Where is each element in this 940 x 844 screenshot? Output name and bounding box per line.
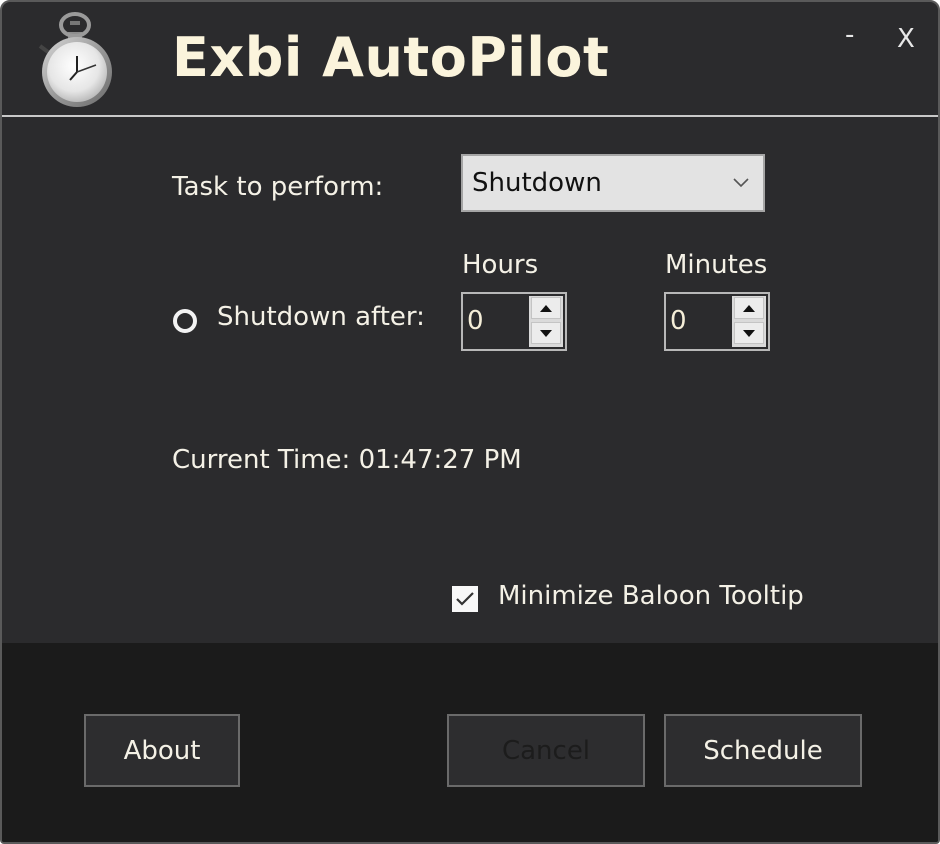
hours-value[interactable]: 0: [467, 306, 484, 336]
arrow-up-icon: [743, 304, 755, 312]
minimize-tooltip-checkbox[interactable]: [452, 586, 478, 612]
minutes-value[interactable]: 0: [670, 306, 687, 336]
minutes-spin-buttons: [732, 296, 766, 347]
shutdown-after-label[interactable]: Shutdown after:: [217, 302, 425, 332]
hours-spin-buttons: [529, 296, 563, 347]
checkmark-icon: [456, 592, 474, 606]
hours-decrement-button[interactable]: [531, 322, 561, 344]
stopwatch-icon: [38, 12, 112, 107]
arrow-down-icon: [540, 329, 552, 337]
cancel-button[interactable]: Cancel: [447, 714, 645, 787]
arrow-down-icon: [743, 329, 755, 337]
chevron-down-icon: [733, 178, 749, 188]
schedule-button[interactable]: Schedule: [664, 714, 862, 787]
hours-label: Hours: [462, 250, 539, 280]
current-time: Current Time: 01:47:27 PM: [172, 445, 522, 475]
hours-stepper[interactable]: 0: [461, 292, 567, 351]
minutes-increment-button[interactable]: [734, 297, 764, 319]
task-label: Task to perform:: [172, 172, 384, 202]
title-bar[interactable]: Exbi AutoPilot - X: [2, 2, 938, 116]
close-button[interactable]: X: [897, 24, 915, 54]
title-divider: [2, 115, 938, 117]
about-button[interactable]: About: [84, 714, 240, 787]
app-window: Exbi AutoPilot - X Task to perform: Shut…: [0, 0, 940, 844]
minimize-tooltip-label[interactable]: Minimize Baloon Tooltip: [498, 581, 804, 611]
task-dropdown-value: Shutdown: [472, 168, 602, 198]
minimize-button[interactable]: -: [845, 20, 854, 50]
minutes-label: Minutes: [665, 250, 768, 280]
hours-increment-button[interactable]: [531, 297, 561, 319]
arrow-up-icon: [540, 304, 552, 312]
app-title: Exbi AutoPilot: [172, 26, 610, 89]
minutes-decrement-button[interactable]: [734, 322, 764, 344]
shutdown-after-radio[interactable]: [173, 309, 197, 333]
minutes-stepper[interactable]: 0: [664, 292, 770, 351]
task-dropdown[interactable]: Shutdown: [461, 154, 765, 212]
